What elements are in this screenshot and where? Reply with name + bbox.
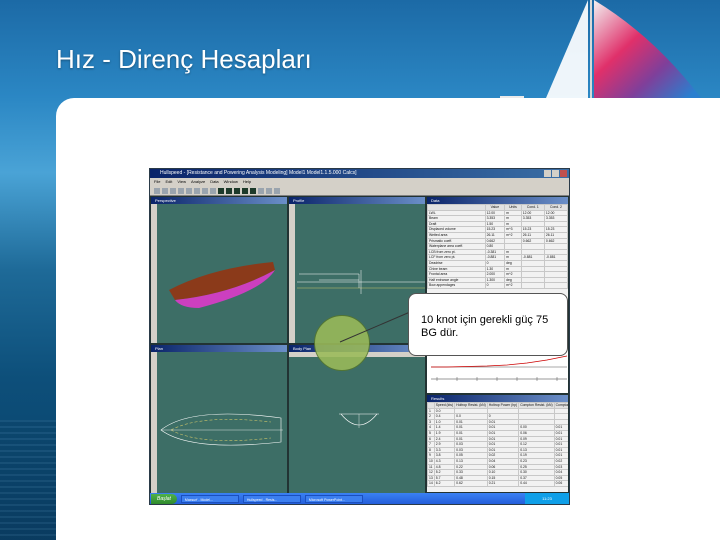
menu-view[interactable]: View [177, 178, 186, 186]
view-icon[interactable] [242, 188, 248, 194]
table-cell: 6.2 [433, 480, 456, 487]
table-row[interactable]: Bow appendages 0 m^2 [427, 282, 568, 289]
column-header: Compton Power (hp) [553, 402, 568, 409]
cut-icon[interactable] [186, 188, 192, 194]
view-icon[interactable] [226, 188, 232, 194]
plan-pane[interactable]: Plan [150, 344, 288, 494]
taskbar-item[interactable]: Hullspeed - Resis... [242, 494, 301, 503]
paste-icon[interactable] [202, 188, 208, 194]
pane-title: Perspective [151, 197, 287, 204]
table-row[interactable]: 14 6.2 0.62 0.21 0.44 0.06 [427, 480, 568, 487]
table-cell [543, 282, 568, 289]
taskbar-item[interactable]: Maxsurf - Model... [180, 494, 239, 503]
slide-title: Hız - Direnç Hesapları [56, 44, 312, 74]
close-icon[interactable] [560, 170, 567, 177]
table-cell: 0.21 [486, 480, 520, 487]
hull-body-plan-view [339, 413, 379, 428]
table-cell: 14 [427, 480, 435, 487]
window-title: Hullspeed - [Resistance and Powering Ana… [160, 170, 357, 176]
zoom-icon[interactable] [210, 188, 216, 194]
view-icon[interactable] [218, 188, 224, 194]
column-header: Speed (kts) [433, 402, 456, 409]
windows-taskbar: Başlat Maxsurf - Model... Hullspeed - Re… [150, 493, 569, 504]
menu-window[interactable]: Window [224, 178, 238, 186]
table-cell: 0.44 [518, 480, 555, 487]
pane-title: Plan [151, 345, 287, 352]
save-icon[interactable] [170, 188, 176, 194]
menu-bar: File Edit View Analyze Data Window Help [150, 178, 569, 186]
table-cell: Bow appendages [427, 282, 486, 289]
menu-analyze[interactable]: Analyze [191, 178, 205, 186]
pane-title: Results [427, 395, 568, 402]
highlight-circle [314, 315, 370, 371]
window-titlebar: Hullspeed - [Resistance and Powering Ana… [150, 169, 569, 178]
minimize-icon[interactable] [544, 170, 551, 177]
table-body: 1 0.0 2 0.4 0.0 0 3 1.0 0.01 0.01 4 1.4 0.01 0.01 0.00… [427, 407, 568, 487]
taskbar-item[interactable]: Microsoft PowerPoint... [304, 494, 363, 503]
table-body: LWL 12.00 m 12.00 12.00 Beam 3.353 m 3.353 3.353 D… [427, 209, 568, 289]
toolbar [150, 186, 569, 196]
column-header: Holtrop Resist. (kN) [454, 402, 488, 409]
results-table: Speed (kts) Holtrop Resist. (kN) Holtrop P… [427, 402, 568, 487]
resistance-curve [431, 355, 568, 368]
menu-file[interactable]: File [154, 178, 160, 186]
graph-icon[interactable] [266, 188, 272, 194]
new-icon[interactable] [154, 188, 160, 194]
results-table-pane[interactable]: Results Speed (kts) Holtrop Resist. (kN) H… [426, 394, 569, 493]
maximize-icon[interactable] [552, 170, 559, 177]
table-header-row: Speed (kts) Holtrop Resist. (kN) Holtrop P… [427, 402, 568, 409]
callout-box: 10 knot için gerekli güç 75 BG dür. [408, 293, 568, 356]
table-cell: m^2 [504, 282, 522, 289]
menu-data[interactable]: Data [210, 178, 218, 186]
perspective-pane[interactable]: Perspective [150, 196, 288, 344]
hull-perspective-view [169, 262, 275, 308]
data-table: Value Units Cond. 1 Cond. 2 LWL 12.00 m 12.00 1… [427, 204, 568, 289]
view-icon[interactable] [250, 188, 256, 194]
open-icon[interactable] [162, 188, 168, 194]
column-header: Holtrop Power (hp) [486, 402, 520, 409]
copy-icon[interactable] [194, 188, 200, 194]
table-cell [520, 282, 545, 289]
column-header: Compton Resist. (kN) [518, 402, 555, 409]
table-icon[interactable] [274, 188, 280, 194]
window-controls [544, 170, 567, 177]
pane-title: Data [427, 197, 568, 204]
pane-title: Profile [289, 197, 425, 204]
taskbar-clock: 11:23 [525, 493, 569, 504]
shade-icon[interactable] [258, 188, 264, 194]
hull-plan-view [160, 413, 283, 446]
menu-help[interactable]: Help [243, 178, 251, 186]
start-button[interactable]: Başlat [151, 493, 177, 504]
table-cell: 0.62 [454, 480, 488, 487]
callout-text: 10 knot için gerekli güç 75 BG dür. [421, 314, 549, 339]
table-cell: 0 [484, 282, 506, 289]
print-icon[interactable] [178, 188, 184, 194]
table-cell: 0.06 [553, 480, 568, 487]
view-icon[interactable] [234, 188, 240, 194]
menu-edit[interactable]: Edit [165, 178, 172, 186]
